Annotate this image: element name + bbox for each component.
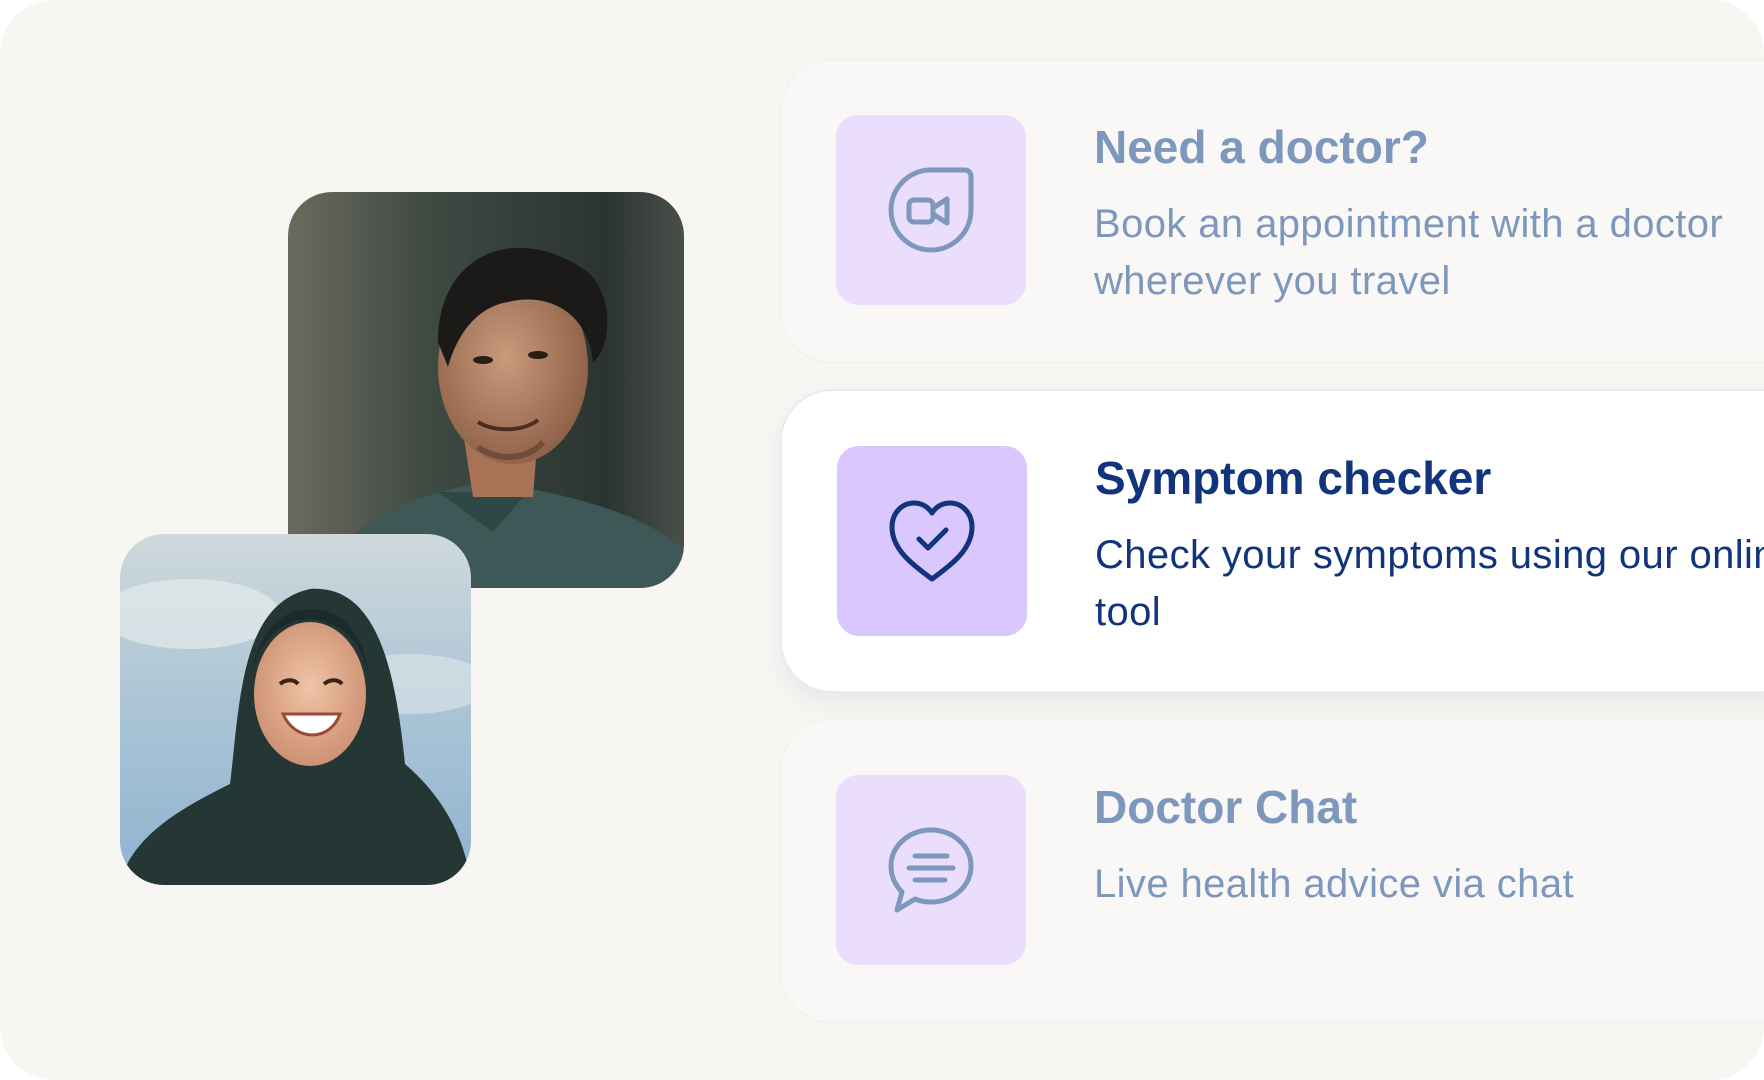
video-call-icon xyxy=(888,167,974,253)
card-title: Symptom checker xyxy=(1095,452,1492,504)
card-title: Doctor Chat xyxy=(1094,781,1358,833)
heart-check-icon xyxy=(889,500,975,582)
icon-tile xyxy=(836,775,1026,965)
service-card-need-a-doctor[interactable]: Need a doctor? Book an appointment with … xyxy=(780,59,1764,363)
feature-panel: Need a doctor? Book an appointment with … xyxy=(0,0,1764,1080)
service-card-doctor-chat[interactable]: Doctor Chat Live health advice via chat xyxy=(780,719,1764,1023)
icon-tile xyxy=(836,115,1026,305)
icon-tile xyxy=(837,446,1027,636)
doctor-photo-man xyxy=(288,192,684,588)
card-description: Book an appointment with a doctor wherev… xyxy=(1094,202,1724,303)
card-description: Check your symptoms using our online too… xyxy=(1095,533,1764,634)
chat-bubble-icon xyxy=(888,827,974,913)
card-description: Live health advice via chat xyxy=(1094,862,1574,906)
card-title: Need a doctor? xyxy=(1094,121,1429,173)
service-card-symptom-checker[interactable]: Symptom checker Check your symptoms usin… xyxy=(780,389,1764,693)
patient-photo-woman xyxy=(120,534,471,885)
